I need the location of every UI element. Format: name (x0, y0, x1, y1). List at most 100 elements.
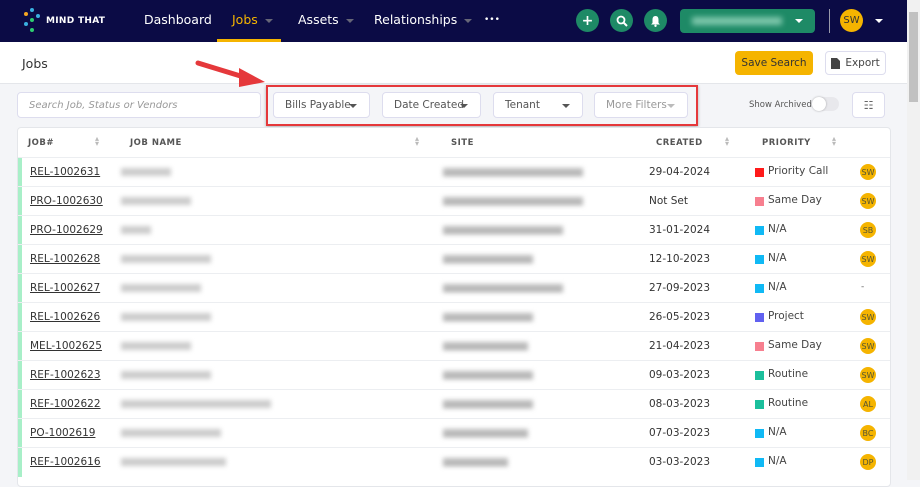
add-icon[interactable]: + (576, 9, 599, 32)
assignee-avatar: - (861, 282, 865, 292)
created-date: Not Set (649, 195, 688, 207)
redacted-site-link[interactable] (443, 168, 583, 176)
redacted-site-link[interactable] (443, 313, 533, 321)
nav-relationships[interactable]: Relationships (374, 0, 473, 42)
redacted-site-link[interactable] (443, 342, 528, 350)
priority-label: N/A (768, 281, 787, 293)
redacted-job-name (121, 255, 211, 263)
row-status-bar (18, 390, 22, 419)
row-status-bar (18, 332, 22, 361)
table-row[interactable]: REF-1002623 09-03-2023 Routine SW (18, 360, 890, 390)
table-row[interactable]: PRO-1002630 Not Set Same Day SW (18, 186, 890, 216)
column-settings-icon[interactable]: ☷ (852, 92, 885, 118)
job-link[interactable]: REL-1002626 (30, 311, 100, 323)
job-link[interactable]: REL-1002631 (30, 166, 100, 178)
table-row[interactable]: REF-1002622 08-03-2023 Routine AL (18, 389, 890, 419)
table-row[interactable]: REL-1002626 26-05-2023 Project SW (18, 302, 890, 332)
sort-icon[interactable]: ▴ ▾ (832, 135, 836, 148)
nav-assets[interactable]: Assets (298, 0, 354, 42)
search-icon[interactable] (610, 9, 633, 32)
scrollbar[interactable] (907, 0, 920, 480)
header-job-name[interactable]: JOB NAME (130, 138, 182, 148)
job-link[interactable]: PRO-1002629 (30, 224, 103, 236)
redacted-site-link[interactable] (443, 400, 533, 408)
chevron-down-icon (264, 18, 273, 23)
created-date: 09-03-2023 (649, 369, 711, 381)
brand-name: MIND THAT (46, 16, 106, 26)
assignee-avatar: DP (860, 454, 876, 470)
job-link[interactable]: REF-1002616 (30, 456, 101, 468)
show-archived-toggle[interactable] (812, 97, 839, 111)
priority-color-swatch (755, 168, 764, 177)
scrollbar-thumb[interactable] (909, 12, 918, 102)
table-row[interactable]: REL-1002631 29-04-2024 Priority Call SW (18, 157, 890, 187)
user-avatar[interactable]: SW (840, 9, 863, 32)
table-row[interactable]: REL-1002627 27-09-2023 N/A - (18, 273, 890, 303)
sort-icon[interactable]: ▴ ▾ (725, 135, 729, 148)
job-link[interactable]: REL-1002627 (30, 282, 100, 294)
job-link[interactable]: PO-1002619 (30, 427, 95, 439)
save-search-button[interactable]: Save Search (735, 51, 813, 75)
redacted-site-link[interactable] (443, 255, 533, 263)
redacted-site-link[interactable] (443, 197, 583, 205)
sort-icon[interactable]: ▴ ▾ (415, 135, 419, 148)
table-row[interactable]: MEL-1002625 21-04-2023 Same Day SW (18, 331, 890, 361)
header-job[interactable]: JOB# (28, 138, 54, 148)
row-status-bar (18, 245, 22, 274)
created-date: 26-05-2023 (649, 311, 711, 323)
export-button[interactable]: Export (825, 51, 886, 75)
priority-label: N/A (768, 426, 787, 438)
search-input[interactable]: Search Job, Status or Vendors (17, 92, 261, 118)
show-archived-label: Show Archived (749, 100, 812, 110)
table-row[interactable]: REF-1002616 03-03-2023 N/A DP (18, 447, 890, 477)
table-row[interactable]: REL-1002628 12-10-2023 N/A SW (18, 244, 890, 274)
redacted-site-link[interactable] (443, 226, 563, 234)
priority-color-swatch (755, 255, 764, 264)
sort-icon[interactable]: ▴ ▾ (95, 135, 99, 148)
nav-label: Dashboard (144, 12, 212, 27)
nav-label: Relationships (374, 12, 458, 27)
row-status-bar (18, 158, 22, 187)
nav-label: Assets (298, 12, 339, 27)
logo[interactable]: MIND THAT (22, 8, 105, 34)
priority-color-swatch (755, 197, 764, 206)
chevron-down-icon (464, 18, 473, 23)
highlight-box (266, 85, 698, 126)
redacted-job-name (121, 371, 211, 379)
row-status-bar (18, 303, 22, 332)
job-link[interactable]: REF-1002623 (30, 369, 101, 381)
assignee-avatar: SW (860, 193, 876, 209)
job-link[interactable]: PRO-1002630 (30, 195, 103, 207)
redacted-site-link[interactable] (443, 371, 533, 379)
redacted-job-name (121, 429, 221, 437)
job-link[interactable]: REF-1002622 (30, 398, 101, 410)
nav-jobs[interactable]: Jobs (217, 0, 281, 42)
nav-dashboard[interactable]: Dashboard (144, 0, 212, 42)
row-status-bar (18, 419, 22, 448)
redacted-job-name (121, 284, 201, 292)
bell-icon[interactable] (644, 9, 667, 32)
job-link[interactable]: MEL-1002625 (30, 340, 102, 352)
priority-color-swatch (755, 371, 764, 380)
header-created[interactable]: CREATED (656, 138, 703, 148)
priority-label: Routine (768, 397, 809, 409)
more-menu-button[interactable]: ••• (484, 0, 500, 42)
redacted-site-link[interactable] (443, 458, 508, 466)
table-row[interactable]: PRO-1002629 31-01-2024 N/A SB (18, 215, 890, 245)
redacted-site-link[interactable] (443, 429, 528, 437)
nav-label: Jobs (232, 12, 258, 27)
job-link[interactable]: REL-1002628 (30, 253, 100, 265)
chevron-down-icon (795, 19, 803, 23)
chevron-down-icon (345, 18, 354, 23)
table-row[interactable]: PO-1002619 07-03-2023 N/A BC (18, 418, 890, 448)
jobs-table: JOB# ▴ ▾ JOB NAME ▴ ▾ SITE CREATED ▴ ▾ PRIO… (17, 127, 891, 487)
created-date: 08-03-2023 (649, 398, 711, 410)
chevron-down-icon[interactable] (875, 19, 883, 23)
organization-select[interactable] (680, 9, 815, 33)
header-priority[interactable]: PRIORITY (762, 138, 811, 148)
redacted-site-link[interactable] (443, 284, 563, 292)
divider (829, 9, 830, 33)
header-site[interactable]: SITE (451, 138, 474, 148)
assignee-avatar: SB (860, 222, 876, 238)
redacted-job-name (121, 313, 211, 321)
